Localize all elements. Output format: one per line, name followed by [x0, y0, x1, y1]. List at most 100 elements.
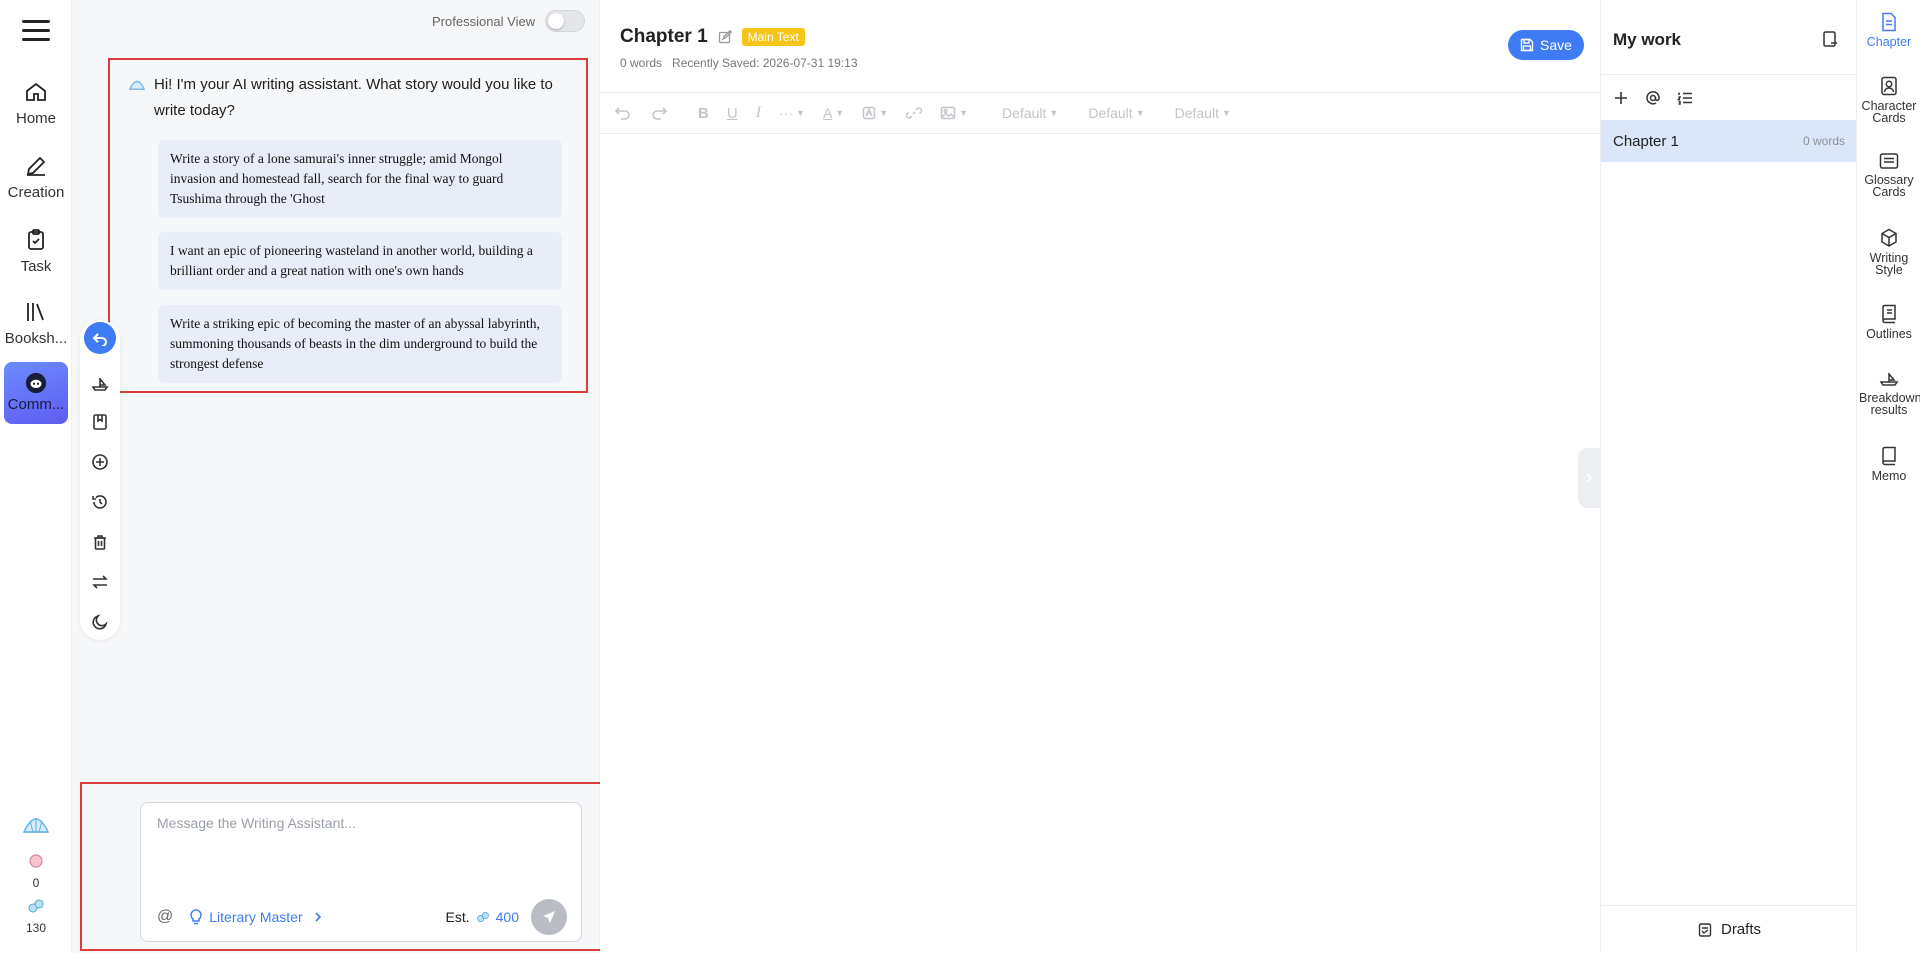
swap-icon[interactable]	[90, 572, 110, 592]
right-rail: Chapter Character Cards Glossary Cards W…	[1856, 0, 1920, 953]
professional-view-label: Professional View	[432, 13, 536, 29]
device-icon[interactable]	[1821, 30, 1839, 48]
my-work-title: My work	[1613, 30, 1682, 49]
font-family-dropdown[interactable]: Default ▼	[1088, 105, 1144, 121]
editor-content-area[interactable]	[600, 134, 1578, 953]
edit-icon[interactable]	[718, 30, 732, 44]
nav-label: Home	[15, 110, 56, 127]
redo-button[interactable]	[650, 105, 668, 121]
rail-item-outlines[interactable]: Outlines	[1857, 304, 1920, 340]
my-work-panel: My work Chapter 1 0 words Drafts	[1600, 0, 1857, 953]
undo-button[interactable]	[614, 105, 632, 121]
nav-item-creation[interactable]: Creation	[0, 154, 72, 218]
editor-header: Chapter 1 Main Text	[620, 26, 805, 48]
left-bottom-stats: 0 130	[0, 812, 72, 943]
home-icon	[26, 82, 46, 101]
estimated-cost: Est. 400	[446, 909, 519, 925]
pen-icon	[26, 156, 46, 176]
editor-toolbar: B U I ··· ▼ A ▼ ▼ ▼ Default ▼ Default ▼ Defa…	[600, 92, 1600, 134]
chapter-list-item[interactable]: Chapter 1 0 words	[1601, 120, 1857, 162]
chapter-title[interactable]: Chapter 1	[620, 26, 708, 48]
boat-icon[interactable]	[90, 374, 110, 394]
rail-item-character-cards[interactable]: Character Cards	[1857, 76, 1920, 124]
rail-item-chapter[interactable]: Chapter	[1857, 12, 1920, 48]
drafts-icon	[1698, 922, 1712, 937]
trash-icon[interactable]	[90, 532, 110, 552]
rail-item-glossary-cards[interactable]: Glossary Cards	[1857, 152, 1920, 198]
bold-button[interactable]: B	[698, 105, 709, 122]
main-text-badge: Main Text	[741, 28, 805, 46]
link-icon	[906, 107, 923, 119]
italic-button[interactable]: I	[756, 104, 761, 122]
message-input[interactable]	[157, 815, 565, 865]
mode-label: Literary Master	[209, 909, 303, 925]
drafts-button[interactable]: Drafts	[1601, 905, 1857, 953]
nav-item-bookshelf[interactable]: Booksh...	[0, 300, 72, 364]
image-icon	[940, 106, 956, 120]
mention-button[interactable]: @	[157, 908, 173, 926]
rail-item-breakdown-results[interactable]: Breakdown results	[1857, 370, 1920, 416]
greeting-text: Hi! I'm your AI writing assistant. What …	[154, 76, 553, 119]
books-icon	[27, 303, 44, 321]
at-icon[interactable]	[1645, 90, 1661, 106]
assistant-tool-rail	[80, 320, 120, 640]
floppy-icon	[1520, 38, 1534, 52]
rail-label: Outlines	[1866, 327, 1912, 341]
energy-icon	[476, 911, 489, 923]
assistant-panel: Professional View Hi! I'm your AI writin…	[72, 0, 604, 953]
energy-count: 130	[25, 921, 47, 935]
nav-item-community[interactable]: Comm...	[4, 362, 68, 424]
add-circle-icon[interactable]	[90, 452, 110, 472]
app-root: Home Creation Task Booksh... Comm... 0 1…	[0, 0, 1920, 953]
paragraph-style-dropdown[interactable]: Default ▼	[1002, 105, 1058, 121]
hamburger-menu-icon[interactable]	[22, 20, 50, 44]
suggestion-card[interactable]: Write a story of a lone samurai's inner …	[158, 140, 562, 218]
moon-icon[interactable]	[90, 612, 110, 632]
chat-highlight-box: Hi! I'm your AI writing assistant. What …	[108, 58, 588, 393]
rail-label: Chapter	[1866, 35, 1912, 49]
more-glyph: ···	[779, 105, 794, 121]
character-card-icon	[1881, 76, 1897, 96]
rail-label: Writing Style	[1869, 251, 1909, 277]
link-button[interactable]	[906, 105, 923, 121]
discord-icon	[25, 372, 47, 394]
back-button[interactable]	[84, 322, 116, 354]
chevron-right-icon	[1586, 473, 1593, 483]
add-icon[interactable]	[1613, 90, 1629, 106]
history-icon[interactable]	[90, 492, 110, 512]
font-size-dropdown[interactable]: Default ▼	[1175, 105, 1231, 121]
energy-icon	[28, 899, 44, 913]
dropdown-value: Default	[1174, 105, 1219, 121]
saved-time: Recently Saved: 2026-07-31 19:13	[672, 56, 858, 70]
chevron-right-icon	[315, 912, 321, 922]
rail-item-writing-style[interactable]: Writing Style	[1857, 228, 1920, 276]
professional-view-toggle[interactable]	[545, 10, 586, 32]
dropdown-value: Default	[1088, 105, 1133, 121]
nav-item-task[interactable]: Task	[0, 228, 72, 292]
collapse-panel-tab[interactable]	[1578, 448, 1600, 508]
suggestion-card[interactable]: I want an epic of pioneering wasteland i…	[158, 232, 562, 290]
underline-button[interactable]: U	[727, 105, 738, 122]
rail-label: Character Cards	[1861, 99, 1917, 125]
bookmark-book-icon[interactable]	[90, 412, 110, 432]
font-color-dropdown[interactable]: A ▼	[823, 105, 844, 121]
nav-item-home[interactable]: Home	[0, 80, 72, 144]
assistant-greeting: Hi! I'm your AI writing assistant. What …	[128, 72, 568, 124]
image-dropdown[interactable]: ▼	[940, 105, 968, 121]
highlight-dropdown[interactable]: ▼	[862, 106, 888, 120]
est-label: Est.	[445, 909, 470, 925]
ordered-list-icon[interactable]	[1677, 90, 1693, 106]
nav-label: Booksh...	[4, 330, 68, 347]
rail-item-memo[interactable]: Memo	[1857, 446, 1920, 482]
mode-selector[interactable]: Literary Master	[189, 909, 322, 925]
glossary-card-icon	[1879, 153, 1899, 169]
cube-icon	[1881, 228, 1897, 247]
send-button[interactable]	[531, 899, 567, 935]
shell-logo-icon[interactable]	[21, 812, 51, 838]
suggestion-card[interactable]: Write a striking epic of becoming the ma…	[158, 305, 562, 383]
more-format-dropdown[interactable]: ··· ▼	[779, 105, 805, 121]
save-button[interactable]: Save	[1508, 30, 1584, 60]
composer-footer: @ Literary Master Est. 400	[157, 899, 567, 935]
editor-meta: 0 words Recently Saved: 2026-07-31 19:13	[620, 56, 858, 70]
nav-label: Creation	[7, 184, 65, 201]
